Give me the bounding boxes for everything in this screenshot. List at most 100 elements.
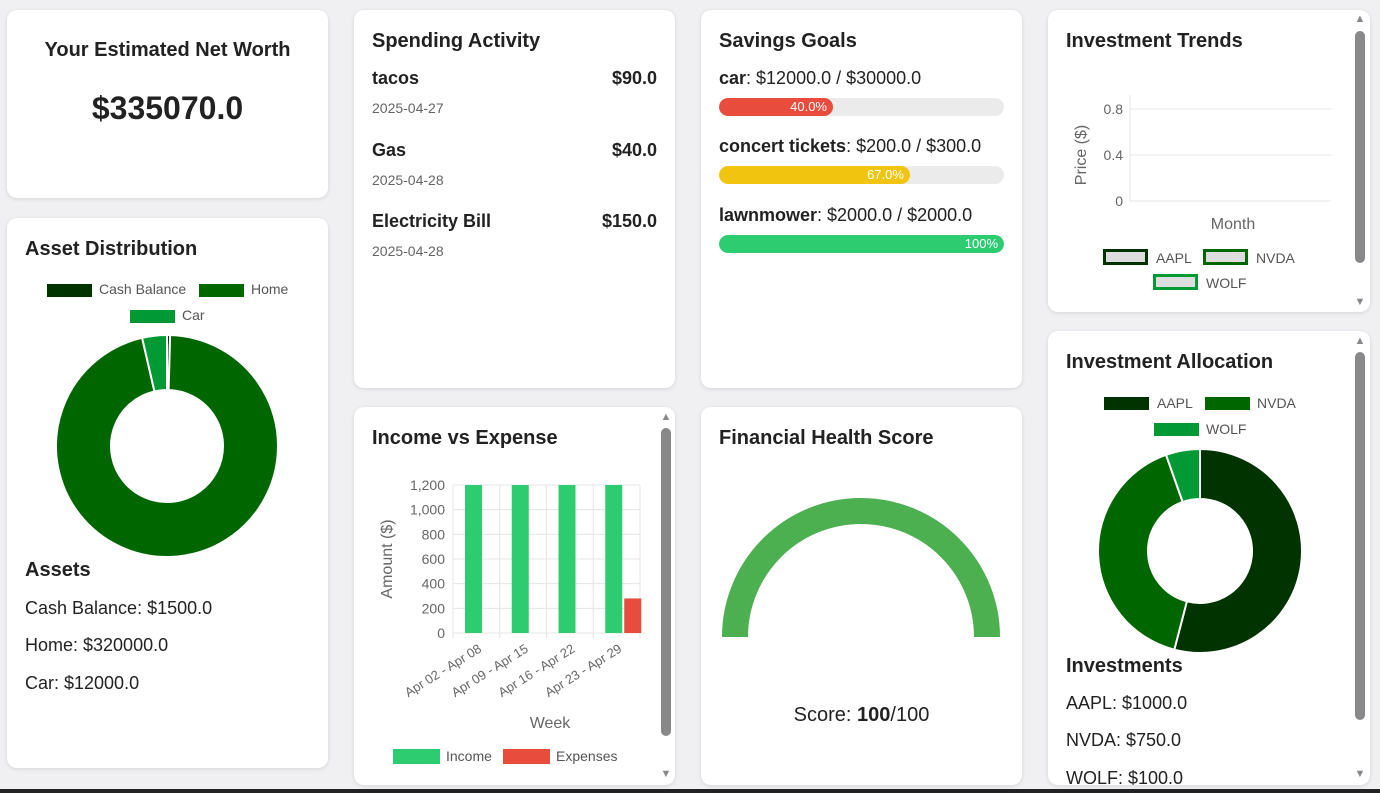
scrollbar-thumb[interactable] <box>1355 31 1365 263</box>
scroll-down-icon[interactable]: ▼ <box>1354 768 1366 780</box>
assets-heading: Assets <box>25 559 91 581</box>
net-worth-title: Your Estimated Net Worth <box>44 39 291 61</box>
legend-label-nvda[interactable]: NVDA <box>1256 250 1295 266</box>
legend-label-aapl[interactable]: AAPL <box>1157 395 1193 411</box>
allocation-donut-chart <box>1097 447 1303 654</box>
y-tick-label: 0 <box>437 625 445 641</box>
spending-item-amount: $40.0 <box>611 140 657 160</box>
y-tick-label: 400 <box>422 576 446 592</box>
y-axis-title: Price ($) <box>1073 125 1090 185</box>
bar-income[interactable] <box>605 485 623 633</box>
y-tick-label: 800 <box>422 526 446 542</box>
income-expense-card: Income vs Expense Amount ($) 1,200 1,000 80… <box>354 407 675 785</box>
scrollbar[interactable]: ▲ ▼ <box>660 407 672 785</box>
bar-income[interactable] <box>465 485 482 633</box>
scrollbar[interactable]: ▲ ▼ <box>1354 331 1366 785</box>
y-tick-label: 200 <box>422 600 446 616</box>
y-axis-title: Amount ($) <box>379 519 396 598</box>
x-axis-title: Month <box>1211 216 1255 233</box>
net-worth-card: Your Estimated Net Worth $335070.0 <box>7 10 328 198</box>
goal-progress-bar: 100% <box>719 235 1004 253</box>
legend-swatch-aapl[interactable] <box>1104 397 1149 410</box>
scrollbar-thumb[interactable] <box>661 428 671 736</box>
y-tick-label: 0.8 <box>1104 101 1124 117</box>
health-score-value: 100 <box>857 704 891 726</box>
legend-swatch-wolf[interactable] <box>1154 423 1199 436</box>
scrollbar[interactable]: ▲ ▼ <box>1354 10 1366 312</box>
y-tick-label: 600 <box>422 551 446 567</box>
trends-title: Investment Trends <box>1066 30 1243 52</box>
asset-line: Home: $320000.0 <box>25 635 169 655</box>
health-score-max: /100 <box>890 704 930 726</box>
legend-swatch-expenses[interactable] <box>503 749 550 764</box>
legend-swatch-nvda[interactable] <box>1205 397 1250 410</box>
asset-distribution-card: Asset Distribution Cash Balance Home Car… <box>7 218 328 768</box>
x-tick-label: Apr 02 - Apr 08 <box>402 641 484 700</box>
investment-allocation-card: Investment Allocation AAPL NVDA WOLF Inv… <box>1048 331 1370 785</box>
y-tick-label: 0 <box>1115 193 1123 209</box>
savings-goal: concert tickets: $200.0 / $300.0 67.0% <box>719 136 1004 184</box>
savings-title: Savings Goals <box>719 30 857 52</box>
legend-label-home[interactable]: Home <box>251 281 288 297</box>
scrollbar-thumb[interactable] <box>1355 352 1365 720</box>
legend-swatch-wolf[interactable] <box>1153 274 1198 290</box>
bar-expenses[interactable] <box>624 598 642 633</box>
goal-progress-text: : $200.0 / $300.0 <box>846 136 982 156</box>
spending-item-name: tacos <box>372 68 420 88</box>
bar-income[interactable] <box>511 485 529 633</box>
goal-name: car <box>719 68 747 88</box>
legend-swatch-home[interactable] <box>199 284 244 297</box>
goal-progress-bar: 40.0% <box>719 98 1004 116</box>
spending-activity-card: Spending Activity tacos $90.0 2025-04-27… <box>354 10 675 388</box>
asset-line: Cash Balance: $1500.0 <box>25 598 213 618</box>
legend-label-nvda[interactable]: NVDA <box>1257 395 1296 411</box>
savings-goal: lawnmower: $2000.0 / $2000.0 100% <box>719 205 1004 253</box>
legend-swatch-income[interactable] <box>393 749 440 764</box>
legend-label-car[interactable]: Car <box>182 307 205 323</box>
slice-nvda[interactable] <box>1097 453 1189 651</box>
y-tick-label: 1,200 <box>410 477 445 493</box>
legend-swatch-cash[interactable] <box>47 284 92 297</box>
goal-progress-bar: 67.0% <box>719 166 1004 184</box>
spending-item-amount: $150.0 <box>601 211 657 231</box>
scroll-up-icon[interactable]: ▲ <box>1354 335 1366 347</box>
bar-income[interactable] <box>558 485 576 633</box>
health-score-text: Score: 100/100 <box>701 704 1022 727</box>
spending-item-amount: $90.0 <box>611 68 657 88</box>
spending-item-date: 2025-04-28 <box>372 243 444 259</box>
legend-label-income[interactable]: Income <box>446 748 492 764</box>
legend-label-expenses[interactable]: Expenses <box>556 748 617 764</box>
health-score-label: Score: <box>793 704 858 726</box>
spending-item-name: Gas <box>372 140 407 160</box>
legend-swatch-aapl[interactable] <box>1103 249 1148 265</box>
investment-line: WOLF: $100.0 <box>1066 768 1184 785</box>
goal-progress-fill: 100% <box>719 235 1004 253</box>
window-bottom-edge <box>0 789 1380 793</box>
legend-label-wolf[interactable]: WOLF <box>1206 421 1246 437</box>
spending-item-date: 2025-04-28 <box>372 172 444 188</box>
legend-label-cash[interactable]: Cash Balance <box>99 281 186 297</box>
health-title: Financial Health Score <box>719 427 934 449</box>
legend-swatch-car[interactable] <box>130 310 175 323</box>
y-tick-label: 1,000 <box>410 502 445 518</box>
scroll-down-icon[interactable]: ▼ <box>1354 296 1366 308</box>
spending-item-name: Electricity Bill <box>372 211 492 231</box>
legend-label-aapl[interactable]: AAPL <box>1156 250 1192 266</box>
goal-progress-fill: 67.0% <box>719 166 910 184</box>
spending-title: Spending Activity <box>372 30 541 52</box>
income-expense-chart: Amount ($) 1,200 1,000 800 600 400 200 0Apr 02 … <box>379 477 642 732</box>
scroll-up-icon[interactable]: ▲ <box>660 411 672 423</box>
scroll-up-icon[interactable]: ▲ <box>1354 13 1366 25</box>
net-worth-value: $335070.0 <box>91 90 244 126</box>
scroll-down-icon[interactable]: ▼ <box>660 768 672 780</box>
investments-heading: Investments <box>1066 655 1183 677</box>
allocation-title: Investment Allocation <box>1066 351 1274 373</box>
legend-label-wolf[interactable]: WOLF <box>1206 275 1246 291</box>
spending-item-date: 2025-04-27 <box>372 100 444 116</box>
investment-line: NVDA: $750.0 <box>1066 730 1182 750</box>
investment-trends-card: Investment Trends Price ($) 0.8 0.4 0 Mo… <box>1048 10 1370 312</box>
gauge-fill <box>722 498 1000 638</box>
x-axis-title: Week <box>530 715 572 732</box>
trends-chart: Price ($) 0.8 0.4 0 Month <box>1073 95 1331 233</box>
legend-swatch-nvda[interactable] <box>1203 249 1248 265</box>
